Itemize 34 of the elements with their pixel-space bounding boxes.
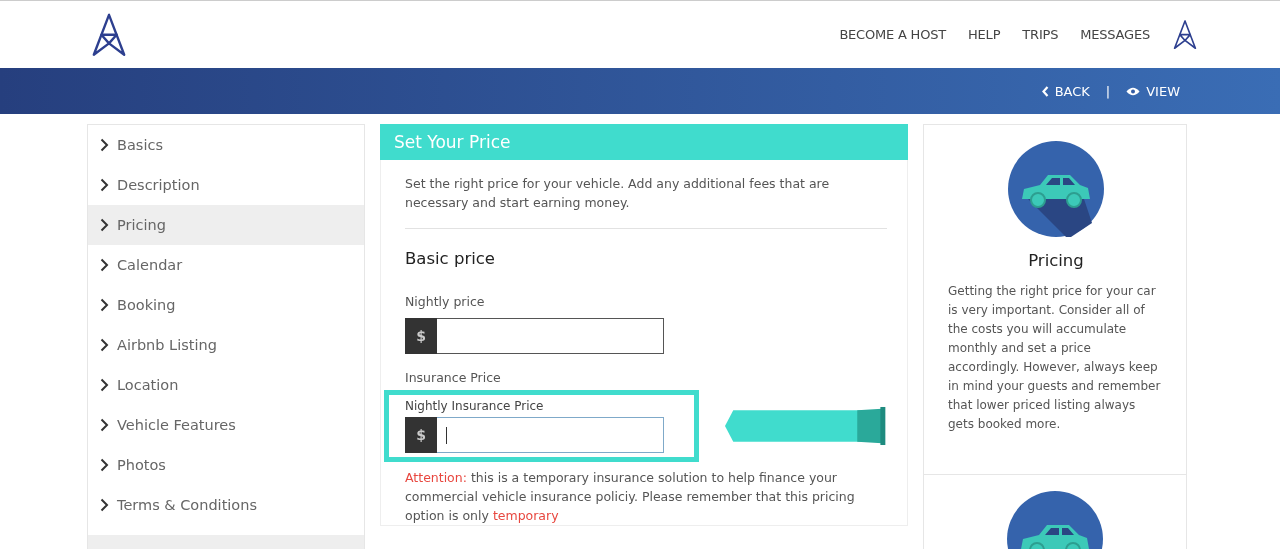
chevron-right-icon (100, 298, 109, 312)
logo-icon (1172, 18, 1198, 51)
chevron-right-icon (100, 378, 109, 392)
logo-icon (90, 11, 128, 58)
chevron-right-icon (100, 258, 109, 272)
nav-link[interactable]: TRIPS (1022, 27, 1059, 42)
nav-link[interactable]: BECOME A HOST (839, 27, 947, 42)
attention-note: Attention: this is a temporary insurance solution to help finance your commercial vehicle insurance policiy. Please remember that this pricing option is only temporary (405, 469, 856, 525)
chevron-right-icon (100, 218, 109, 232)
nav-link[interactable]: HELP (968, 27, 1001, 42)
chevron-right-icon (100, 178, 109, 192)
chevron-right-icon (100, 138, 109, 152)
car-icon (1008, 141, 1104, 237)
nav-link[interactable]: MESSAGES (1080, 27, 1150, 42)
chevron-right-icon (100, 458, 109, 472)
price-input-field[interactable]: $ (405, 417, 664, 453)
chevron-right-icon (100, 338, 109, 352)
intro-text: Set the right price for your vehicle. Add any additional fees that are necessary and start earning money. (405, 174, 887, 229)
section-title-bar: Set Your Price (380, 124, 908, 160)
back-link[interactable]: BACK (1041, 83, 1090, 99)
card-text: Getting the right price for your car is very important. Consider all of the costs you will accumulate monthly and set a price accordingly. However, always keep in mind your guests and remember that lower priced listing always gets booked more. (948, 283, 1162, 433)
chevron-right-icon (100, 418, 109, 432)
sidebar-item[interactable]: Pricing (88, 205, 364, 245)
eye-icon (1126, 86, 1141, 96)
view-link[interactable]: VIEW (1126, 83, 1180, 99)
section-heading: Basic price (405, 249, 496, 268)
price-input-field[interactable]: $ (405, 318, 664, 354)
field-label: Nightly Insurance Price (405, 399, 545, 413)
chevron-right-icon (100, 498, 109, 512)
chevron-left-icon (1041, 85, 1049, 97)
card-title: Pricing (1028, 251, 1084, 270)
separator: | (1105, 83, 1111, 99)
field-label: Nightly price (405, 294, 486, 309)
field-label: Insurance Price (405, 370, 502, 385)
